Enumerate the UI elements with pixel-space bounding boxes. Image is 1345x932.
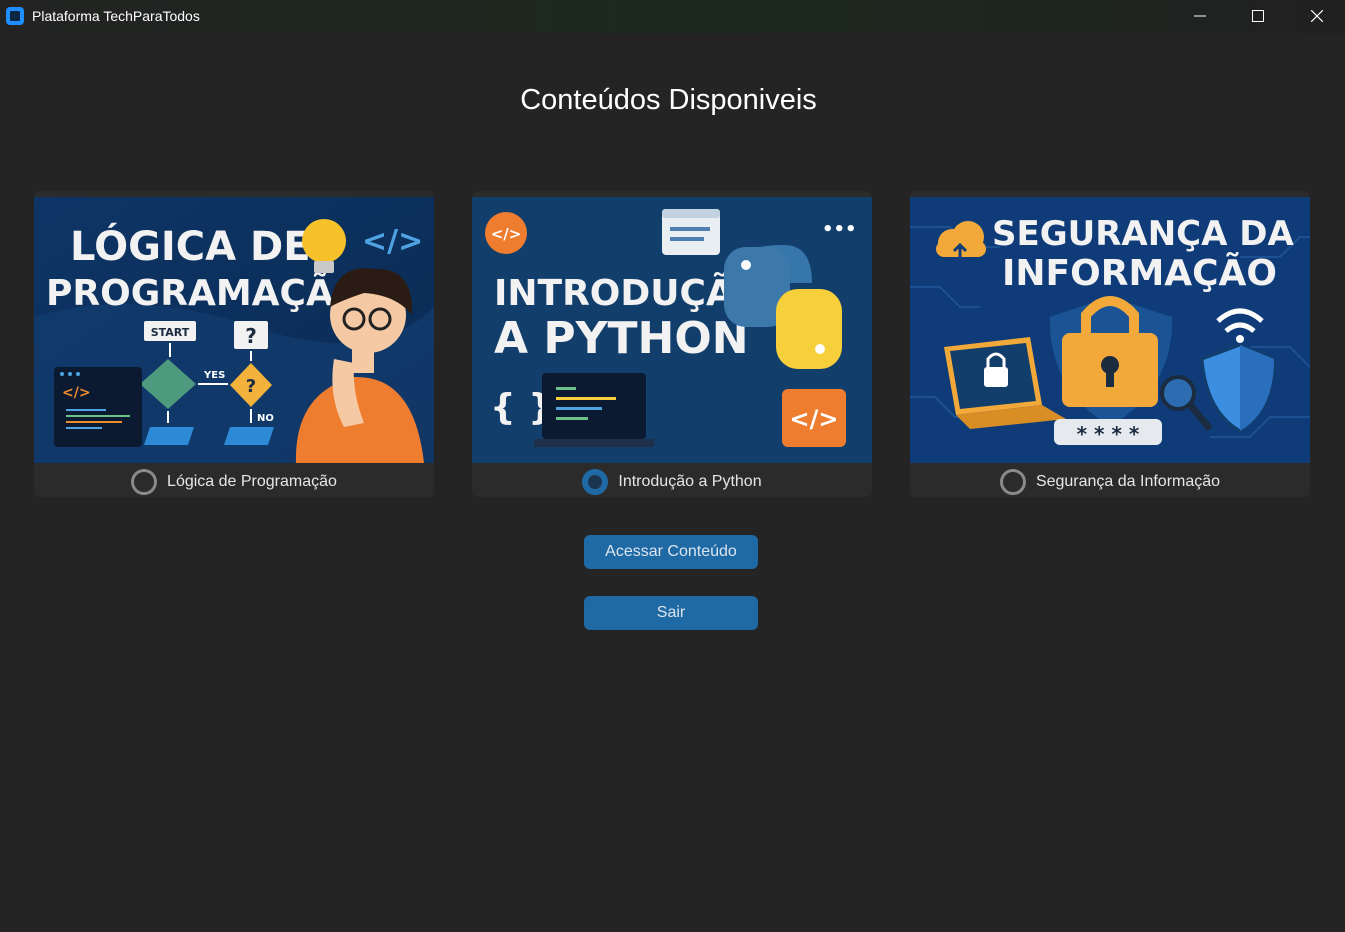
logica-radio-label[interactable]: Lógica de Programação: [167, 473, 337, 491]
laptop-illustration: [542, 373, 646, 439]
logica-title-line2: PROGRAMAÇÃO: [46, 272, 364, 314]
exit-button[interactable]: Sair: [584, 596, 758, 630]
logica-radio-button[interactable]: [131, 469, 158, 495]
title-bar: Plataforma TechParaTodos: [0, 0, 1345, 33]
flow-question-label: ?: [245, 324, 257, 348]
python-title-line1: INTRODUÇÃO: [494, 272, 764, 314]
seguranca-title-line2: INFORMAÇÃO: [1002, 252, 1277, 294]
flow-start-label: START: [151, 326, 190, 339]
python-radio-label[interactable]: Introdução a Python: [618, 473, 761, 491]
maximize-icon: [1252, 10, 1264, 22]
svg-text:?: ?: [246, 376, 256, 397]
magnifier-icon: [1160, 375, 1196, 411]
minimize-button[interactable]: [1177, 0, 1223, 33]
seguranca-thumbnail: SEGURANÇA DA INFORMAÇÃO * * * *: [910, 197, 1310, 463]
flow-yes-label: YES: [203, 370, 225, 381]
python-radio-button[interactable]: [582, 469, 609, 495]
minimize-icon: [1194, 15, 1206, 17]
code-tag-icon: </>: [362, 224, 423, 259]
svg-text:•••: •••: [822, 219, 857, 240]
password-mask-text: * * * *: [1077, 422, 1140, 446]
python-title-line2: A PYTHON: [494, 313, 749, 364]
page-title: Conteúdos Disponiveis: [520, 84, 817, 116]
content-card-logica[interactable]: LÓGICA DE PROGRAMAÇÃO </> START ? YES ? …: [34, 191, 434, 497]
window-title: Plataforma TechParaTodos: [32, 8, 200, 24]
svg-text:</>: </>: [62, 385, 91, 401]
logica-title-line1: LÓGICA DE: [70, 222, 311, 270]
svg-text:</>: </>: [491, 225, 522, 243]
close-button[interactable]: [1294, 0, 1340, 33]
content-card-python[interactable]: </> ••• INTRODUÇÃO A PYTHON { } </> Intr…: [472, 191, 872, 497]
maximize-button[interactable]: [1235, 0, 1281, 33]
close-icon: [1311, 10, 1323, 22]
svg-text:</>: </>: [790, 405, 839, 433]
app-icon: [6, 7, 24, 25]
python-thumbnail: </> ••• INTRODUÇÃO A PYTHON { } </>: [472, 197, 872, 463]
seguranca-title-line1: SEGURANÇA DA: [992, 214, 1295, 254]
seguranca-radio-label[interactable]: Segurança da Informação: [1036, 473, 1220, 491]
flow-no-label: NO: [257, 413, 274, 424]
logica-thumbnail: LÓGICA DE PROGRAMAÇÃO </> START ? YES ? …: [34, 197, 434, 463]
content-card-seguranca[interactable]: SEGURANÇA DA INFORMAÇÃO * * * * Seguranç…: [910, 191, 1310, 497]
seguranca-radio-button[interactable]: [999, 469, 1026, 495]
access-content-button[interactable]: Acessar Conteúdo: [584, 535, 758, 569]
